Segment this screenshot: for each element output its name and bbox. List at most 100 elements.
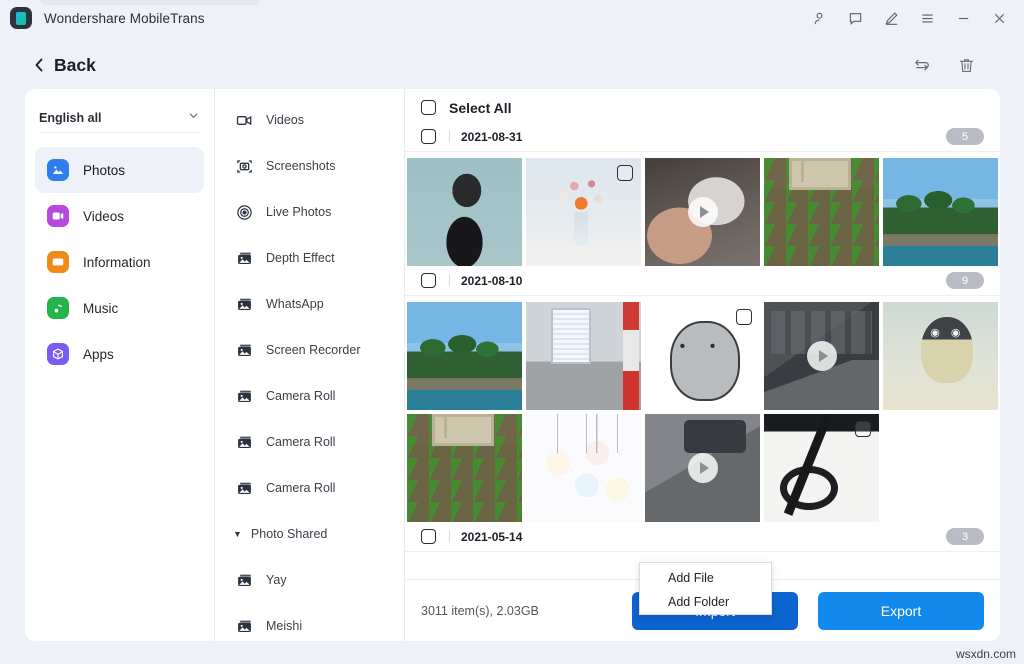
item-count-label: 3011 item(s), 2.03GB bbox=[421, 604, 539, 618]
category-item-depth-effect[interactable]: Depth Effect bbox=[215, 235, 404, 281]
feedback-icon[interactable] bbox=[844, 7, 866, 29]
date-group-label: 2021-05-14 bbox=[461, 530, 522, 544]
category-item-camera-roll[interactable]: Camera Roll bbox=[215, 373, 404, 419]
sidebar-item-photos[interactable]: Photos bbox=[35, 147, 204, 193]
thumbnail-image bbox=[407, 302, 522, 410]
chevron-down-icon bbox=[187, 109, 200, 127]
album-icon bbox=[235, 295, 253, 313]
photo-thumbnail[interactable] bbox=[764, 158, 879, 266]
category-item-screen-recorder[interactable]: Screen Recorder bbox=[215, 327, 404, 373]
album-icon bbox=[235, 479, 253, 497]
category-item-label: Live Photos bbox=[266, 205, 331, 219]
album-icon bbox=[235, 433, 253, 451]
date-group-checkbox[interactable] bbox=[421, 529, 436, 544]
category-item-live-photos[interactable]: Live Photos bbox=[215, 189, 404, 235]
date-group-header: 2021-05-143 bbox=[405, 522, 1000, 552]
context-menu-item-add-folder[interactable]: Add Folder bbox=[640, 590, 771, 614]
category-item-label: Camera Roll bbox=[266, 481, 335, 495]
photos-icon bbox=[47, 159, 69, 181]
language-selector[interactable]: English all bbox=[39, 103, 200, 133]
thumbnail-checkbox[interactable] bbox=[617, 165, 633, 181]
live-photo-icon bbox=[235, 203, 253, 221]
play-icon[interactable] bbox=[688, 197, 718, 227]
category-group-label: Photo Shared bbox=[251, 527, 327, 541]
photo-thumbnail[interactable] bbox=[526, 302, 641, 410]
category-group-photo-shared[interactable]: ▼Photo Shared bbox=[215, 511, 404, 557]
title-bar: Wondershare MobileTrans bbox=[0, 0, 1024, 36]
category-item-yay[interactable]: Yay bbox=[215, 557, 404, 603]
minimize-icon[interactable] bbox=[952, 7, 974, 29]
category-item-whatsapp[interactable]: WhatsApp bbox=[215, 281, 404, 327]
menu-icon[interactable] bbox=[916, 7, 938, 29]
category-item-camera-roll[interactable]: Camera Roll bbox=[215, 465, 404, 511]
sidebar-item-label: Information bbox=[83, 255, 151, 270]
video-thumbnail[interactable] bbox=[764, 302, 879, 410]
divider bbox=[449, 530, 450, 543]
date-group-checkbox[interactable] bbox=[421, 129, 436, 144]
sidebar-item-apps[interactable]: Apps bbox=[35, 331, 204, 377]
divider bbox=[449, 274, 450, 287]
category-item-videos[interactable]: Videos bbox=[215, 97, 404, 143]
album-icon bbox=[235, 617, 253, 635]
screenshot-icon bbox=[235, 157, 253, 175]
content-panel: Select All 2021-08-3152021-08-1092021-05… bbox=[405, 89, 1000, 641]
chevron-left-icon bbox=[33, 57, 45, 73]
context-menu-item-add-file[interactable]: Add File bbox=[640, 566, 771, 590]
window-controls bbox=[808, 7, 1024, 29]
edit-icon[interactable] bbox=[880, 7, 902, 29]
thumbnail-image bbox=[526, 414, 641, 522]
photo-thumbnail[interactable] bbox=[764, 414, 879, 522]
sidebar-item-information[interactable]: Information bbox=[35, 239, 204, 285]
photo-thumbnail[interactable] bbox=[883, 158, 998, 266]
sidebar-nav: PhotosVideos Information Music Apps bbox=[25, 147, 214, 377]
play-icon[interactable] bbox=[807, 341, 837, 371]
thumbnail-image bbox=[883, 302, 998, 410]
video-thumbnail[interactable] bbox=[645, 158, 760, 266]
play-icon[interactable] bbox=[688, 453, 718, 483]
sidebar-item-music[interactable]: Music bbox=[35, 285, 204, 331]
photo-thumbnail[interactable] bbox=[883, 302, 998, 410]
sidebar-item-label: Music bbox=[83, 301, 118, 316]
select-all-row[interactable]: Select All bbox=[405, 89, 1000, 122]
sidebar-item-videos[interactable]: Videos bbox=[35, 193, 204, 239]
video-thumbnail[interactable] bbox=[645, 414, 760, 522]
date-group-checkbox[interactable] bbox=[421, 273, 436, 288]
refresh-icon[interactable] bbox=[912, 56, 931, 75]
navigation-bar: Back bbox=[0, 40, 1024, 90]
close-icon[interactable] bbox=[988, 7, 1010, 29]
thumbnail-checkbox[interactable] bbox=[736, 309, 752, 325]
category-item-label: Camera Roll bbox=[266, 389, 335, 403]
account-icon[interactable] bbox=[808, 7, 830, 29]
category-item-label: Yay bbox=[266, 573, 287, 587]
photo-thumbnail[interactable] bbox=[407, 158, 522, 266]
sidebar: English all PhotosVideos Information Music… bbox=[25, 89, 215, 641]
category-item-label: Screenshots bbox=[266, 159, 335, 173]
date-group-label: 2021-08-10 bbox=[461, 274, 522, 288]
back-button[interactable]: Back bbox=[33, 55, 96, 76]
delete-icon[interactable] bbox=[957, 56, 976, 75]
photo-scroll-area[interactable]: 2021-08-3152021-08-1092021-05-143 bbox=[405, 122, 1000, 579]
watermark: wsxdn.com bbox=[956, 647, 1016, 661]
category-item-meishi[interactable]: Meishi bbox=[215, 603, 404, 641]
photo-thumbnail[interactable] bbox=[407, 302, 522, 410]
category-item-label: Depth Effect bbox=[266, 251, 335, 265]
category-item-screenshots[interactable]: Screenshots bbox=[215, 143, 404, 189]
apps-icon bbox=[47, 343, 69, 365]
photo-thumbnail[interactable] bbox=[526, 158, 641, 266]
photo-thumbnail[interactable] bbox=[526, 414, 641, 522]
information-icon bbox=[47, 251, 69, 273]
photo-thumbnail[interactable] bbox=[407, 414, 522, 522]
app-window: Wondershare MobileTrans bbox=[0, 0, 1024, 664]
sidebar-item-label: Apps bbox=[83, 347, 114, 362]
album-icon bbox=[235, 571, 253, 589]
thumbnail-grid bbox=[405, 296, 1000, 522]
thumbnail-checkbox[interactable] bbox=[855, 421, 871, 437]
export-button[interactable]: Export bbox=[818, 592, 984, 630]
category-list: Videos Screenshots Live Photos Depth Effect… bbox=[215, 89, 404, 641]
photo-thumbnail[interactable] bbox=[645, 302, 760, 410]
category-item-camera-roll[interactable]: Camera Roll bbox=[215, 419, 404, 465]
select-all-checkbox[interactable] bbox=[421, 100, 436, 115]
album-icon bbox=[235, 249, 253, 267]
import-context-menu[interactable]: Add FileAdd Folder bbox=[639, 562, 772, 615]
videos-icon bbox=[47, 205, 69, 227]
